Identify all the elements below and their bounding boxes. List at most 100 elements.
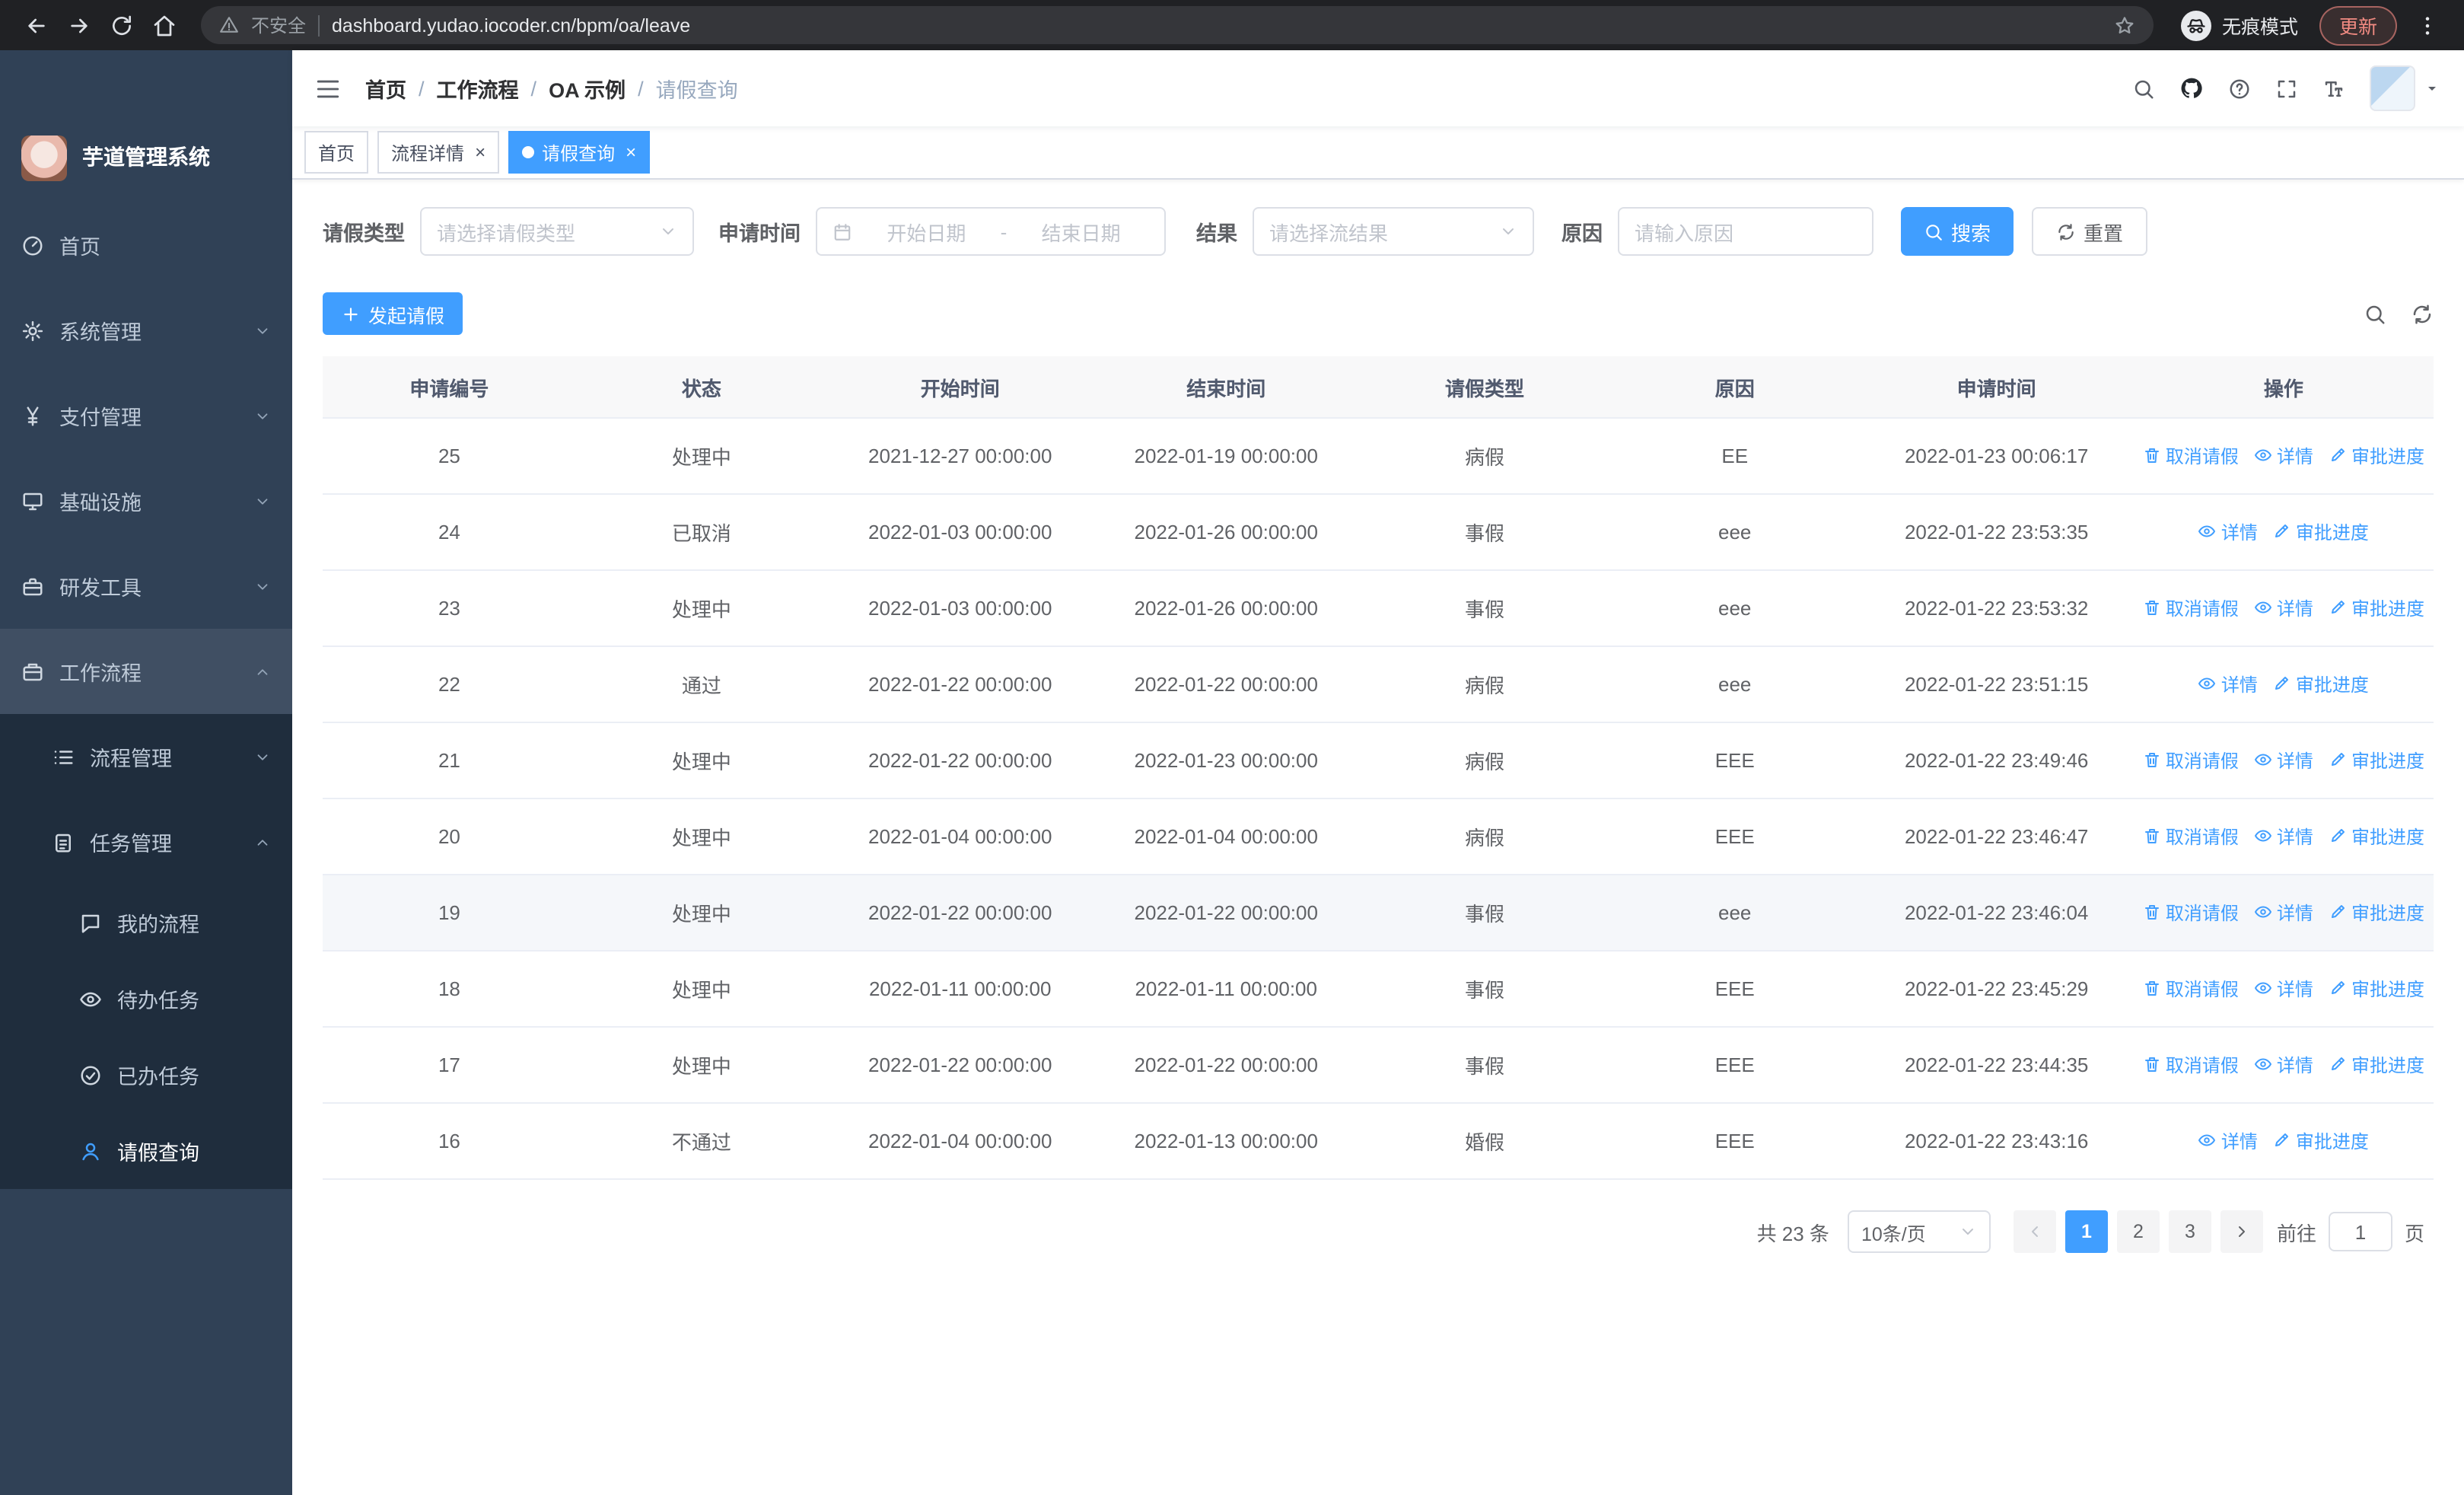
sidebar-item[interactable]: 已办任务 <box>0 1037 292 1113</box>
sidebar-item[interactable]: 支付管理 <box>0 373 292 458</box>
fullscreen-icon[interactable] <box>2275 77 2298 100</box>
sidebar: 芋道管理系统 首页系统管理支付管理 基础设施 研发工具 工作流程 流程管理 任务管理 我的流… <box>0 50 292 1495</box>
table-toolbar: 发起请假 <box>323 292 2434 335</box>
sidebar-item[interactable]: 待办任务 <box>0 961 292 1037</box>
progress-link[interactable]: 审批进度 <box>2329 824 2424 850</box>
page-button[interactable]: 1 <box>2064 1210 2108 1253</box>
help-icon[interactable] <box>2228 77 2251 100</box>
github-icon[interactable] <box>2179 76 2204 100</box>
table-cell: 病假 <box>1465 446 1505 469</box>
detail-link[interactable]: 详情 <box>2254 976 2313 1002</box>
trash-icon <box>2143 447 2161 465</box>
address-bar[interactable]: 不安全 dashboard.yudao.iocoder.cn/bpm/oa/le… <box>201 6 2154 44</box>
star-icon[interactable] <box>2114 14 2135 36</box>
workflow-icon <box>21 660 44 683</box>
page-size-select[interactable]: 10条/页 <box>1847 1210 1991 1253</box>
sidebar-item[interactable]: 工作流程 <box>0 629 292 714</box>
detail-link[interactable]: 详情 <box>2254 595 2313 621</box>
sidebar-item[interactable]: 基础设施 <box>0 458 292 543</box>
table-header: 申请编号 状态 开始时间 结束时间 请假类型 原因 申请时间 操作 <box>323 356 2434 419</box>
detail-link[interactable]: 详情 <box>2254 748 2313 773</box>
prev-page-button[interactable] <box>2013 1210 2056 1253</box>
table-cell: 2022-01-19 00:00:00 <box>1134 445 1318 467</box>
actions-cell: 详情 审批进度 <box>2134 671 2434 698</box>
sidebar-item[interactable]: 首页 <box>0 202 292 288</box>
close-icon[interactable]: × <box>626 143 636 161</box>
progress-link[interactable]: 审批进度 <box>2329 595 2424 621</box>
sidebar-item[interactable]: 系统管理 <box>0 288 292 373</box>
home-icon[interactable] <box>143 4 186 46</box>
breadcrumb-item[interactable]: 首页 <box>365 73 406 104</box>
edit-icon <box>2329 599 2347 617</box>
table-cell: 已取消 <box>671 522 731 545</box>
browser-menu-dots-icon[interactable] <box>2406 4 2449 46</box>
progress-link[interactable]: 审批进度 <box>2329 748 2424 773</box>
table-cell: eee <box>1718 673 1752 696</box>
cancel-leave-link[interactable]: 取消请假 <box>2143 824 2239 850</box>
goto-page-input[interactable] <box>2328 1212 2392 1251</box>
table-row: 23 处理中 2022-01-03 00:00:00 2022-01-26 00:00… <box>323 571 2434 647</box>
reset-button[interactable]: 重置 <box>2032 207 2148 256</box>
sidebar-item[interactable]: 研发工具 <box>0 543 292 629</box>
progress-link[interactable]: 审批进度 <box>2329 976 2424 1002</box>
breadcrumb-separator: / <box>638 77 644 100</box>
table-cell: 处理中 <box>671 446 731 469</box>
forward-icon[interactable] <box>58 4 100 46</box>
incognito-icon <box>2180 10 2211 40</box>
progress-link[interactable]: 审批进度 <box>2329 1052 2424 1078</box>
edit-icon <box>2329 827 2347 846</box>
detail-link[interactable]: 详情 <box>2254 1052 2313 1078</box>
leave-type-select[interactable]: 请选择请假类型 <box>420 207 694 256</box>
breadcrumb-item[interactable]: 工作流程 <box>437 73 519 104</box>
result-select[interactable]: 请选择流结果 <box>1253 207 1534 256</box>
sidebar-item[interactable]: 请假查询 <box>0 1113 292 1189</box>
app-logo[interactable]: 芋道管理系统 <box>0 50 292 202</box>
detail-link[interactable]: 详情 <box>2254 900 2313 926</box>
cancel-leave-link[interactable]: 取消请假 <box>2143 976 2239 1002</box>
detail-link[interactable]: 详情 <box>2254 443 2313 469</box>
detail-link[interactable]: 详情 <box>2198 519 2258 545</box>
back-icon[interactable] <box>15 4 58 46</box>
table-cell: 病假 <box>1465 827 1505 850</box>
create-leave-button[interactable]: 发起请假 <box>323 292 463 335</box>
cancel-leave-link[interactable]: 取消请假 <box>2143 748 2239 773</box>
sidebar-item[interactable]: 流程管理 <box>0 714 292 799</box>
tag-active[interactable]: 请假查询 × <box>508 131 651 174</box>
cancel-leave-link[interactable]: 取消请假 <box>2143 443 2239 469</box>
progress-link[interactable]: 审批进度 <box>2329 443 2424 469</box>
sidebar-item[interactable]: 我的流程 <box>0 885 292 961</box>
breadcrumb-item[interactable]: OA 示例 <box>549 73 626 104</box>
cancel-leave-link[interactable]: 取消请假 <box>2143 595 2239 621</box>
sidebar-item-label: 系统管理 <box>59 321 142 344</box>
reload-icon[interactable] <box>100 4 143 46</box>
cancel-leave-link[interactable]: 取消请假 <box>2143 900 2239 926</box>
search-icon[interactable] <box>2132 77 2155 100</box>
sidebar-item[interactable]: 任务管理 <box>0 799 292 885</box>
incognito-label: 无痕模式 <box>2221 17 2298 38</box>
page-button[interactable]: 2 <box>2116 1210 2160 1253</box>
refresh-icon[interactable] <box>2411 302 2434 325</box>
detail-link[interactable]: 详情 <box>2198 1128 2258 1154</box>
search-button[interactable]: 搜索 <box>1901 207 2014 256</box>
font-size-icon[interactable] <box>2322 77 2345 100</box>
hamburger-icon[interactable] <box>315 75 341 101</box>
update-button[interactable]: 更新 <box>2319 5 2397 45</box>
next-page-button[interactable] <box>2220 1210 2263 1253</box>
progress-link[interactable]: 审批进度 <box>2329 900 2424 926</box>
page-button[interactable]: 3 <box>2168 1210 2211 1253</box>
detail-link[interactable]: 详情 <box>2254 824 2313 850</box>
cancel-leave-link[interactable]: 取消请假 <box>2143 1052 2239 1078</box>
progress-link[interactable]: 审批进度 <box>2273 1128 2369 1154</box>
apply-time-range-picker[interactable]: 开始日期 - 结束日期 <box>816 207 1166 256</box>
table-cell: 2022-01-04 00:00:00 <box>868 1130 1052 1152</box>
detail-link[interactable]: 详情 <box>2198 671 2258 697</box>
close-icon[interactable]: × <box>475 143 485 161</box>
progress-link[interactable]: 审批进度 <box>2273 519 2369 545</box>
tag-item[interactable]: 首页 <box>304 131 369 174</box>
user-menu[interactable] <box>2370 65 2441 111</box>
search-toggle-icon[interactable] <box>2364 302 2386 325</box>
reason-input[interactable]: 请输入原因 <box>1618 207 1873 256</box>
tag-item[interactable]: 流程详情 × <box>377 131 500 174</box>
progress-link[interactable]: 审批进度 <box>2273 671 2369 697</box>
column-header: 申请编号 <box>409 377 489 400</box>
